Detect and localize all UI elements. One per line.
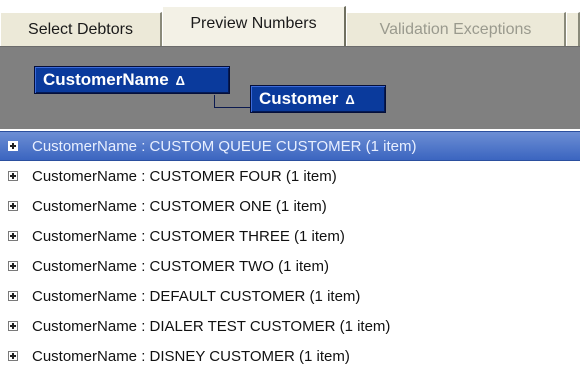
group-row[interactable]: CustomerName : CUSTOMER FOUR (1 item) bbox=[0, 161, 580, 191]
group-row-label: CustomerName : DIALER TEST CUSTOMER (1 i… bbox=[32, 317, 391, 335]
expand-plus-icon[interactable] bbox=[8, 231, 18, 241]
sort-ascending-icon[interactable]: Δ bbox=[176, 73, 185, 88]
tab-overflow-edge bbox=[566, 12, 580, 46]
group-connector-line bbox=[214, 95, 250, 108]
tab-validation-exceptions[interactable]: Validation Exceptions bbox=[346, 12, 566, 46]
tab-label: Preview Numbers bbox=[190, 14, 317, 32]
expand-plus-icon[interactable] bbox=[8, 261, 18, 271]
sort-ascending-icon[interactable]: Δ bbox=[345, 92, 354, 107]
group-row-label: CustomerName : CUSTOMER ONE (1 item) bbox=[32, 197, 327, 215]
group-row-label: CustomerName : CUSTOMER THREE (1 item) bbox=[32, 227, 345, 245]
tab-strip: Select Debtors Preview Numbers Validatio… bbox=[0, 0, 580, 46]
group-chip-label: CustomerName bbox=[43, 70, 169, 89]
group-chip-customer[interactable]: Customer Δ bbox=[250, 85, 386, 113]
group-row[interactable]: CustomerName : DISNEY CUSTOMER (1 item) bbox=[0, 341, 580, 369]
group-by-panel: CustomerName Δ Customer Δ bbox=[0, 46, 580, 129]
group-row-label: CustomerName : DISNEY CUSTOMER (1 item) bbox=[32, 347, 350, 365]
tab-label: Select Debtors bbox=[28, 20, 133, 38]
group-row-label: CustomerName : CUSTOMER TWO (1 item) bbox=[32, 257, 329, 275]
expand-plus-icon[interactable] bbox=[8, 351, 18, 361]
expand-plus-icon[interactable] bbox=[8, 141, 18, 151]
group-rows-list: CustomerName : CUSTOM QUEUE CUSTOMER (1 … bbox=[0, 131, 580, 369]
group-row[interactable]: CustomerName : CUSTOMER ONE (1 item) bbox=[0, 191, 580, 221]
group-row-label: CustomerName : CUSTOMER FOUR (1 item) bbox=[32, 167, 337, 185]
group-row-label: CustomerName : DEFAULT CUSTOMER (1 item) bbox=[32, 287, 361, 305]
tab-preview-numbers[interactable]: Preview Numbers bbox=[162, 6, 346, 46]
expand-plus-icon[interactable] bbox=[8, 291, 18, 301]
group-row[interactable]: CustomerName : CUSTOMER THREE (1 item) bbox=[0, 221, 580, 251]
expand-plus-icon[interactable] bbox=[8, 321, 18, 331]
group-row[interactable]: CustomerName : CUSTOM QUEUE CUSTOMER (1 … bbox=[0, 131, 580, 161]
group-chip-customername[interactable]: CustomerName Δ bbox=[34, 66, 230, 94]
expand-plus-icon[interactable] bbox=[8, 201, 18, 211]
group-row-label: CustomerName : CUSTOM QUEUE CUSTOMER (1 … bbox=[32, 137, 417, 155]
tab-label: Validation Exceptions bbox=[379, 20, 532, 38]
expand-plus-icon[interactable] bbox=[8, 171, 18, 181]
group-row[interactable]: CustomerName : DEFAULT CUSTOMER (1 item) bbox=[0, 281, 580, 311]
group-row[interactable]: CustomerName : DIALER TEST CUSTOMER (1 i… bbox=[0, 311, 580, 341]
group-chip-label: Customer bbox=[259, 89, 339, 108]
group-row[interactable]: CustomerName : CUSTOMER TWO (1 item) bbox=[0, 251, 580, 281]
tab-select-debtors[interactable]: Select Debtors bbox=[0, 12, 162, 46]
